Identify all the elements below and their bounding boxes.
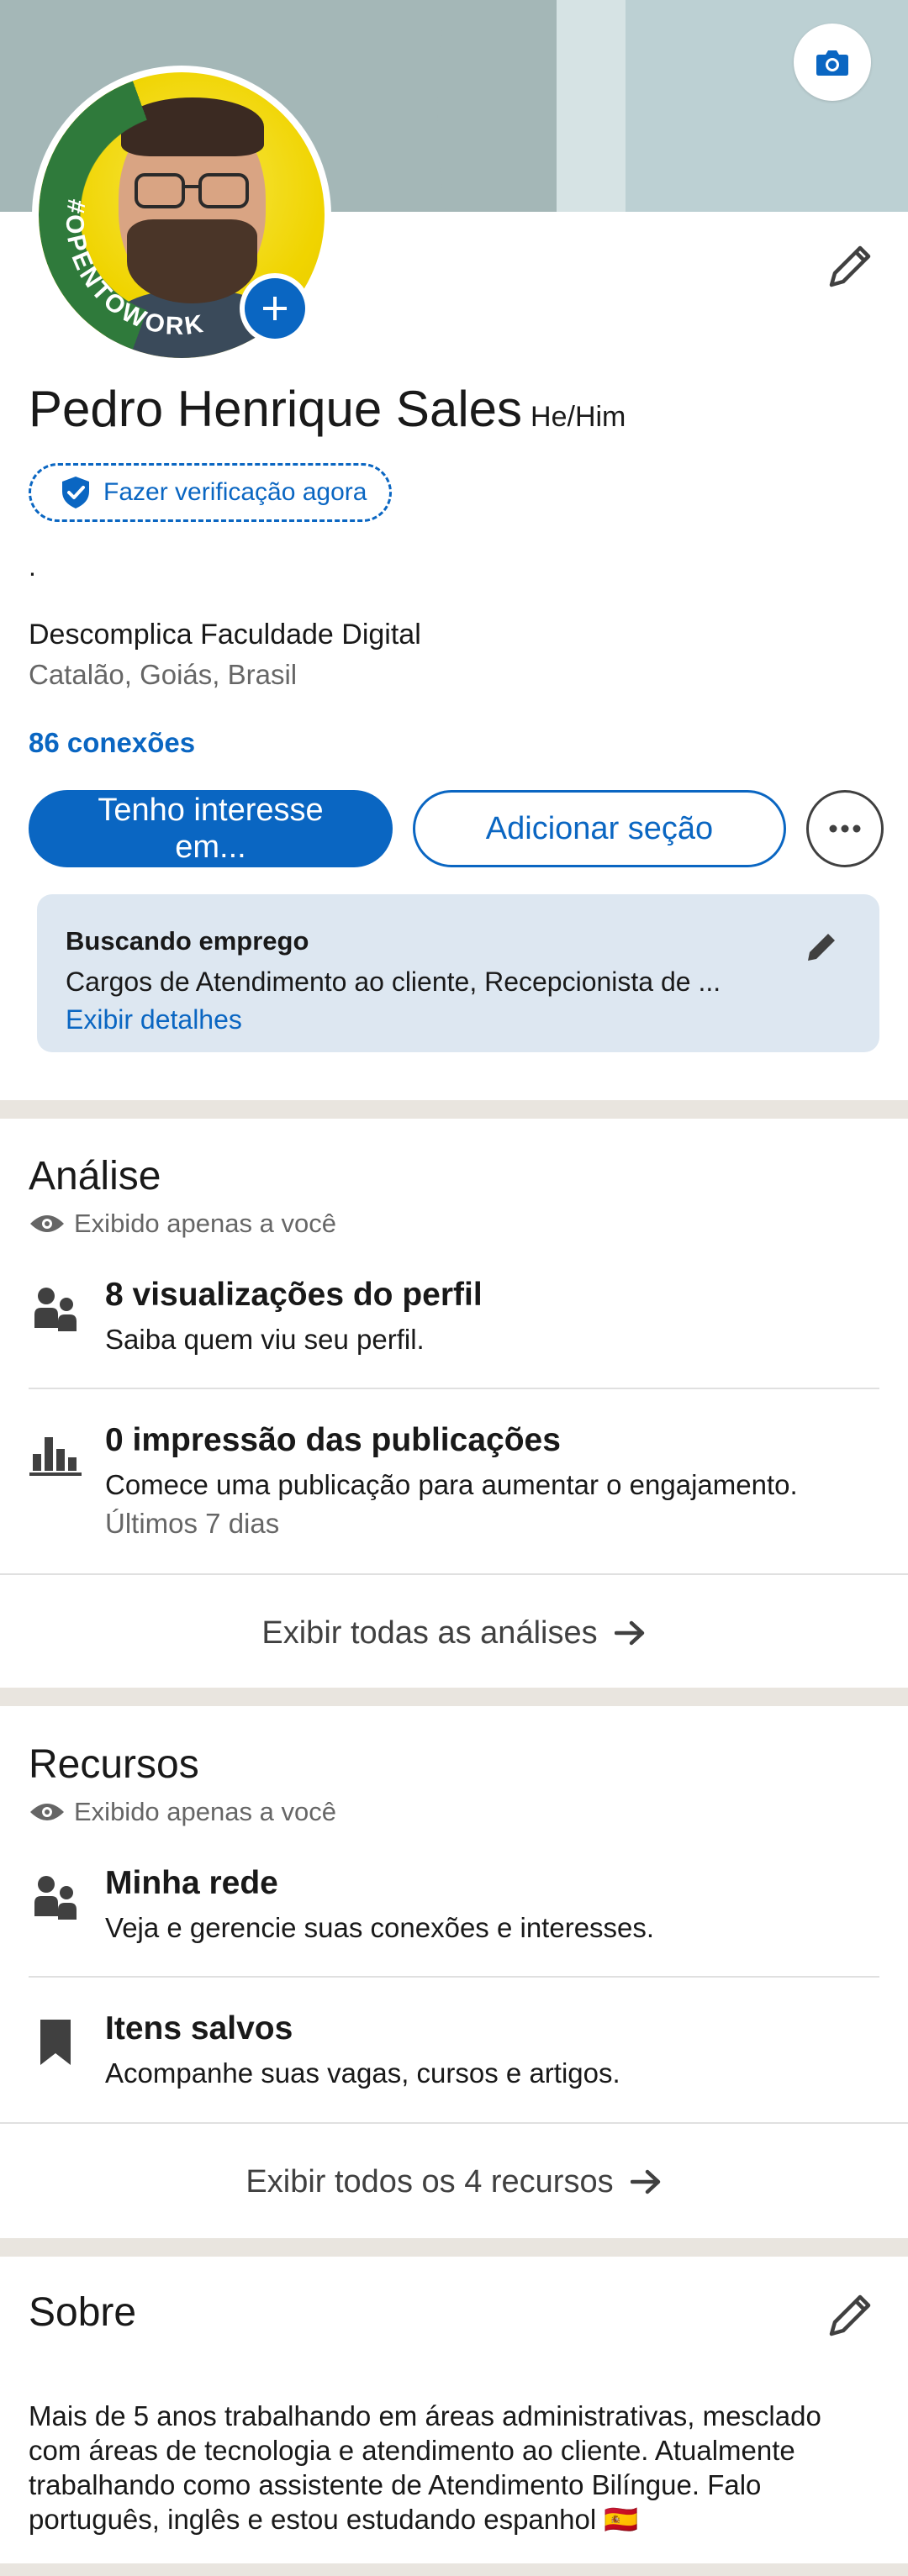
school: Descomplica Faculdade Digital [29, 619, 421, 651]
name-row: Pedro Henrique Sales He/Him [29, 380, 626, 438]
analytics-visibility: Exibido apenas a você [29, 1209, 336, 1239]
row-divider [0, 2122, 908, 2124]
resources-visibility: Exibido apenas a você [29, 1797, 336, 1827]
row-divider [0, 1573, 908, 1575]
analytics-item-subtitle: Saiba quem viu seu perfil. [105, 1324, 425, 1355]
shield-check-icon [60, 475, 92, 510]
verify-label: Fazer verificação agora [103, 478, 367, 506]
resources-item-subtitle: Acompanhe suas vagas, cursos e artigos. [105, 2057, 620, 2089]
section-divider [0, 1100, 908, 1119]
show-all-label: Exibir todos os 4 recursos [245, 2163, 614, 2199]
connections-link[interactable]: 86 conexões [29, 727, 195, 759]
edit-job-preferences-button[interactable] [800, 926, 842, 968]
open-to-work-text: #OPENTOWORK [61, 198, 205, 340]
resources-title: Recursos [29, 1742, 199, 1787]
show-all-label: Exibir todas as análises [261, 1615, 598, 1651]
job-card-details-link[interactable]: Exibir detalhes [66, 1004, 851, 1035]
resources-item-subtitle: Veja e gerencie suas conexões e interess… [105, 1912, 655, 1943]
visibility-label: Exibido apenas a você [74, 1797, 336, 1826]
open-to-work-card[interactable]: Buscando emprego Cargos de Atendimento a… [37, 894, 879, 1052]
people-icon [29, 1282, 82, 1335]
eye-icon [29, 1800, 66, 1824]
resources-item-title: Itens salvos [105, 2010, 293, 2047]
edit-intro-button[interactable] [822, 239, 878, 294]
arrow-right-icon [630, 2168, 663, 2195]
location: Catalão, Goiás, Brasil [29, 659, 298, 690]
row-divider [29, 1976, 879, 1978]
analytics-item-title: 8 visualizações do perfil [105, 1277, 483, 1313]
banner-light-panel [626, 0, 908, 212]
about-title: Sobre [29, 2290, 137, 2335]
analytics-item-title: 0 impressão das publicações [105, 1422, 561, 1458]
job-card-title: Buscando emprego [66, 926, 309, 956]
pencil-icon [826, 2292, 874, 2339]
add-photo-button[interactable] [240, 273, 310, 344]
section-divider [0, 1688, 908, 1706]
verify-now-button[interactable]: Fazer verificação agora [29, 463, 392, 522]
edit-banner-button[interactable] [794, 24, 871, 101]
section-divider [0, 2563, 908, 2576]
bar-chart-icon [29, 1427, 82, 1481]
open-to-button[interactable]: Tenho interesse em... [29, 790, 393, 867]
show-all-resources-button[interactable]: Exibir todos os 4 recursos [0, 2161, 908, 2203]
analytics-item-subtitle: Comece uma publicação para aumentar o en… [105, 1469, 798, 1500]
analytics-title: Análise [29, 1154, 161, 1198]
profile-name: Pedro Henrique Sales [29, 381, 523, 437]
more-options-button[interactable] [806, 790, 884, 867]
people-icon [29, 1870, 82, 1924]
more-dots-icon [828, 824, 862, 833]
arrow-right-icon [614, 1620, 647, 1646]
edit-about-button[interactable] [822, 2288, 878, 2343]
row-divider [29, 1388, 879, 1389]
banner-shape [437, 0, 572, 212]
about-text: Mais de 5 anos trabalhando em áreas admi… [29, 2400, 821, 2535]
resources-item-saved[interactable]: Itens salvos Acompanhe suas vagas, curso… [29, 2010, 879, 2111]
job-card-description: Cargos de Atendimento ao cliente, Recepc… [66, 967, 721, 997]
analytics-item-profile-views[interactable]: 8 visualizações do perfil Saiba quem viu… [29, 1277, 879, 1378]
pencil-icon [805, 930, 838, 964]
headline: . [29, 551, 36, 582]
visibility-label: Exibido apenas a você [74, 1209, 336, 1238]
analytics-item-period: Últimos 7 dias [105, 1508, 280, 1539]
banner-stripe [557, 0, 626, 212]
svg-text:#OPENTOWORK: #OPENTOWORK [61, 198, 208, 340]
analytics-item-impressions[interactable]: 0 impressão das publicações Comece uma p… [29, 1422, 879, 1548]
pencil-icon [826, 243, 874, 290]
resources-item-my-network[interactable]: Minha rede Veja e gerencie suas conexões… [29, 1865, 879, 1966]
plus-icon [245, 278, 305, 339]
section-divider [0, 2238, 908, 2257]
pronouns: He/Him [531, 401, 626, 433]
profile-actions: Tenho interesse em... Adicionar seção [29, 790, 884, 867]
resources-item-title: Minha rede [105, 1865, 278, 1901]
bookmark-icon [29, 2015, 82, 2069]
camera-icon [816, 48, 849, 76]
eye-icon [29, 1212, 66, 1235]
add-section-button[interactable]: Adicionar seção [413, 790, 786, 867]
show-all-analytics-button[interactable]: Exibir todas as análises [0, 1612, 908, 1654]
